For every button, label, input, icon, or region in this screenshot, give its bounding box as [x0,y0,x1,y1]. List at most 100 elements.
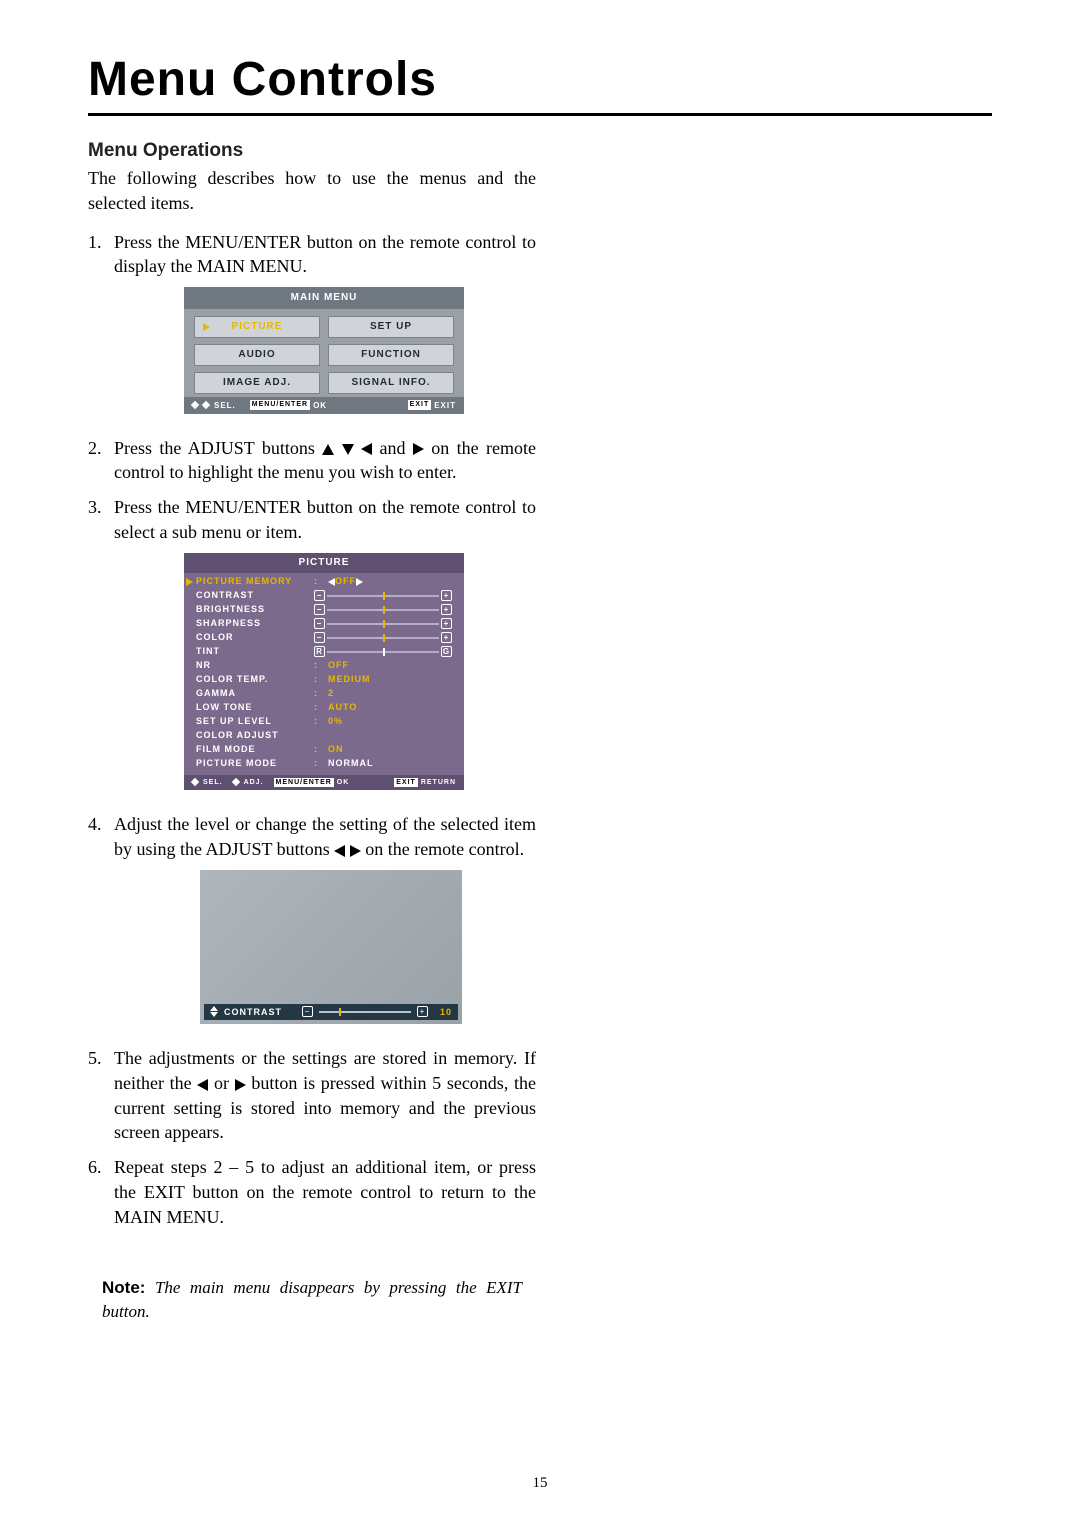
step-6-text: Repeat steps 2 – 5 to adjust an addition… [114,1157,536,1227]
minus-icon: − [314,604,325,615]
step-2-text-b: and [372,438,413,458]
value-film-mode: ON [328,743,344,755]
menu-item-signal-info: SIGNAL INFO. [328,372,454,394]
contrast-label: CONTRAST [224,1006,296,1018]
minus-icon: − [302,1006,313,1017]
menu-item-audio: AUDIO [194,344,320,366]
row-color-adjust: COLOR ADJUST [196,729,452,743]
footer-exit: EXIT [434,400,456,411]
slider-track [327,637,439,639]
right-arrow-icon [235,1079,246,1091]
row-film-mode: FILM MODE: ON [196,743,452,757]
main-menu-title: MAIN MENU [184,287,464,309]
up-arrow-icon [322,444,334,455]
contrast-bar: CONTRAST − + 10 [204,1004,458,1020]
menu-enter-box: MENU/ENTER [250,400,310,410]
picture-menu-footer: SEL. ADJ. MENU/ENTEROK EXITRETURN [184,775,464,791]
contrast-value: 10 [434,1006,452,1018]
row-sharpness: SHARPNESS −+ [196,617,452,631]
value-color-temp: MEDIUM [328,673,371,685]
fig-contrast-bar: CONTRAST − + 10 [200,870,462,1024]
label-tint: TINT [196,645,314,657]
menu-enter-box: MENU/ENTER [274,778,334,788]
step-6: 6. Repeat steps 2 – 5 to adjust an addit… [88,1155,536,1229]
minus-icon: − [314,632,325,643]
footer-return: RETURN [421,778,456,788]
minus-icon: − [314,618,325,629]
value-picture-mode: NORMAL [328,757,374,769]
row-gamma: GAMMA: 2 [196,687,452,701]
right-arrow-icon [413,443,424,455]
row-tint: TINT R G [196,645,452,659]
menu-item-function: FUNCTION [328,344,454,366]
step-4: 4. Adjust the level or change the settin… [88,812,536,1036]
g-icon: G [441,646,452,657]
row-picture-mode: PICTURE MODE: NORMAL [196,757,452,771]
up-down-icon [210,1006,218,1017]
diamond-icon [191,778,199,786]
right-arrow-icon [350,845,361,857]
fig-picture-menu: PICTURE PICTURE MEMORY : OFF CONTRAST [184,553,464,790]
label-setup-level: SET UP LEVEL [196,715,314,727]
footer-sel: SEL. [203,778,223,788]
menu-item-image-adj: IMAGE ADJ. [194,372,320,394]
label-film-mode: FILM MODE [196,743,314,755]
label-nr: NR [196,659,314,671]
section-heading: Menu Operations [88,140,536,162]
value-picture-memory: OFF [335,575,356,587]
plus-icon: + [441,604,452,615]
footer-ok: OK [313,400,327,411]
row-brightness: BRIGHTNESS − + [196,603,452,617]
row-nr: NR: OFF [196,659,452,673]
note-box: Note: The main menu disappears by pressi… [88,1262,536,1339]
label-contrast: CONTRAST [196,589,314,601]
minus-icon: − [314,590,325,601]
row-color: COLOR − + [196,631,452,645]
slider-track [327,609,439,611]
row-color-temp: COLOR TEMP.: MEDIUM [196,673,452,687]
diamond-icon [202,401,210,409]
label-sharpness: SHARPNESS [196,617,314,629]
menu-item-setup: SET UP [328,316,454,338]
left-arrow-icon [328,578,335,586]
value-low-tone: AUTO [328,701,357,713]
fig-main-menu: MAIN MENU PICTURE SET UP AUDIO FUNCTION … [184,287,464,413]
step-2-text-a: Press the ADJUST buttons [114,438,322,458]
step-3: 3.Press the MENU/ENTER button on the rem… [88,495,536,802]
row-low-tone: LOW TONE: AUTO [196,701,452,715]
label-color-adjust: COLOR ADJUST [196,729,314,741]
plus-icon: + [441,632,452,643]
step-5: 5. The adjustments or the settings are s… [88,1046,536,1145]
footer-sel: SEL. [214,400,236,411]
slider-track [319,1011,411,1013]
step-4-text-b: on the remote control. [361,839,524,859]
row-contrast: CONTRAST − + [196,589,452,603]
right-arrow-icon [356,578,363,586]
exit-box: EXIT [394,778,418,788]
left-arrow-icon [361,443,372,455]
note-label: Note: [102,1278,145,1297]
label-color-temp: COLOR TEMP. [196,673,314,685]
label-brightness: BRIGHTNESS [196,603,314,615]
intro-text: The following describes how to use the m… [88,166,536,216]
label-color: COLOR [196,631,314,643]
plus-icon: + [441,590,452,601]
diamond-icon [231,778,239,786]
left-arrow-icon [334,845,345,857]
plus-icon: + [417,1006,428,1017]
value-setup-level: 0% [328,715,343,727]
footer-ok: OK [337,778,350,788]
step-1: 1.Press the MENU/ENTER button on the rem… [88,230,536,426]
diamond-icon [191,401,199,409]
page-number: 15 [0,1475,1080,1492]
exit-box: EXIT [408,400,432,410]
down-arrow-icon [342,444,354,455]
step-5-text-b: or [208,1073,234,1093]
value-gamma: 2 [328,687,334,699]
label-gamma: GAMMA [196,687,314,699]
step-1-text: Press the MENU/ENTER button on the remot… [114,232,536,277]
page-title: Menu Controls [88,52,992,107]
r-icon: R [314,646,325,657]
footer-adj: ADJ. [244,778,264,788]
title-rule [88,113,992,116]
